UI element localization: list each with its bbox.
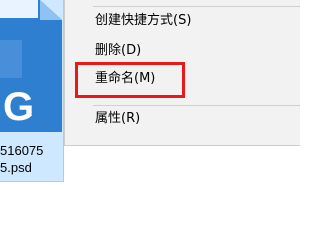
file-name-line-2: 5.psd — [0, 160, 32, 175]
psd-icon-letter: G — [3, 85, 34, 129]
menu-item-properties[interactable]: 属性(R) — [95, 108, 140, 130]
menu-separator — [93, 6, 300, 7]
file-name: 516075 5.psd — [0, 142, 64, 176]
menu-item-create-shortcut[interactable]: 创建快捷方式(S) — [95, 10, 191, 32]
file-name-line-1: 516075 — [0, 143, 44, 158]
context-menu: 创建快捷方式(S) 删除(D) 重命名(M) 属性(R) — [64, 0, 300, 146]
menu-separator — [93, 105, 300, 106]
file-tile-selected[interactable]: G 516075 5.psd — [0, 0, 64, 182]
menu-item-delete[interactable]: 删除(D) — [95, 40, 141, 62]
rename-highlight-box — [75, 62, 185, 98]
screenshot-stage: G 516075 5.psd 创建快捷方式(S) 删除(D) 重命名(M) 属性… — [0, 0, 300, 200]
psd-file-icon[interactable]: G — [0, 0, 62, 140]
